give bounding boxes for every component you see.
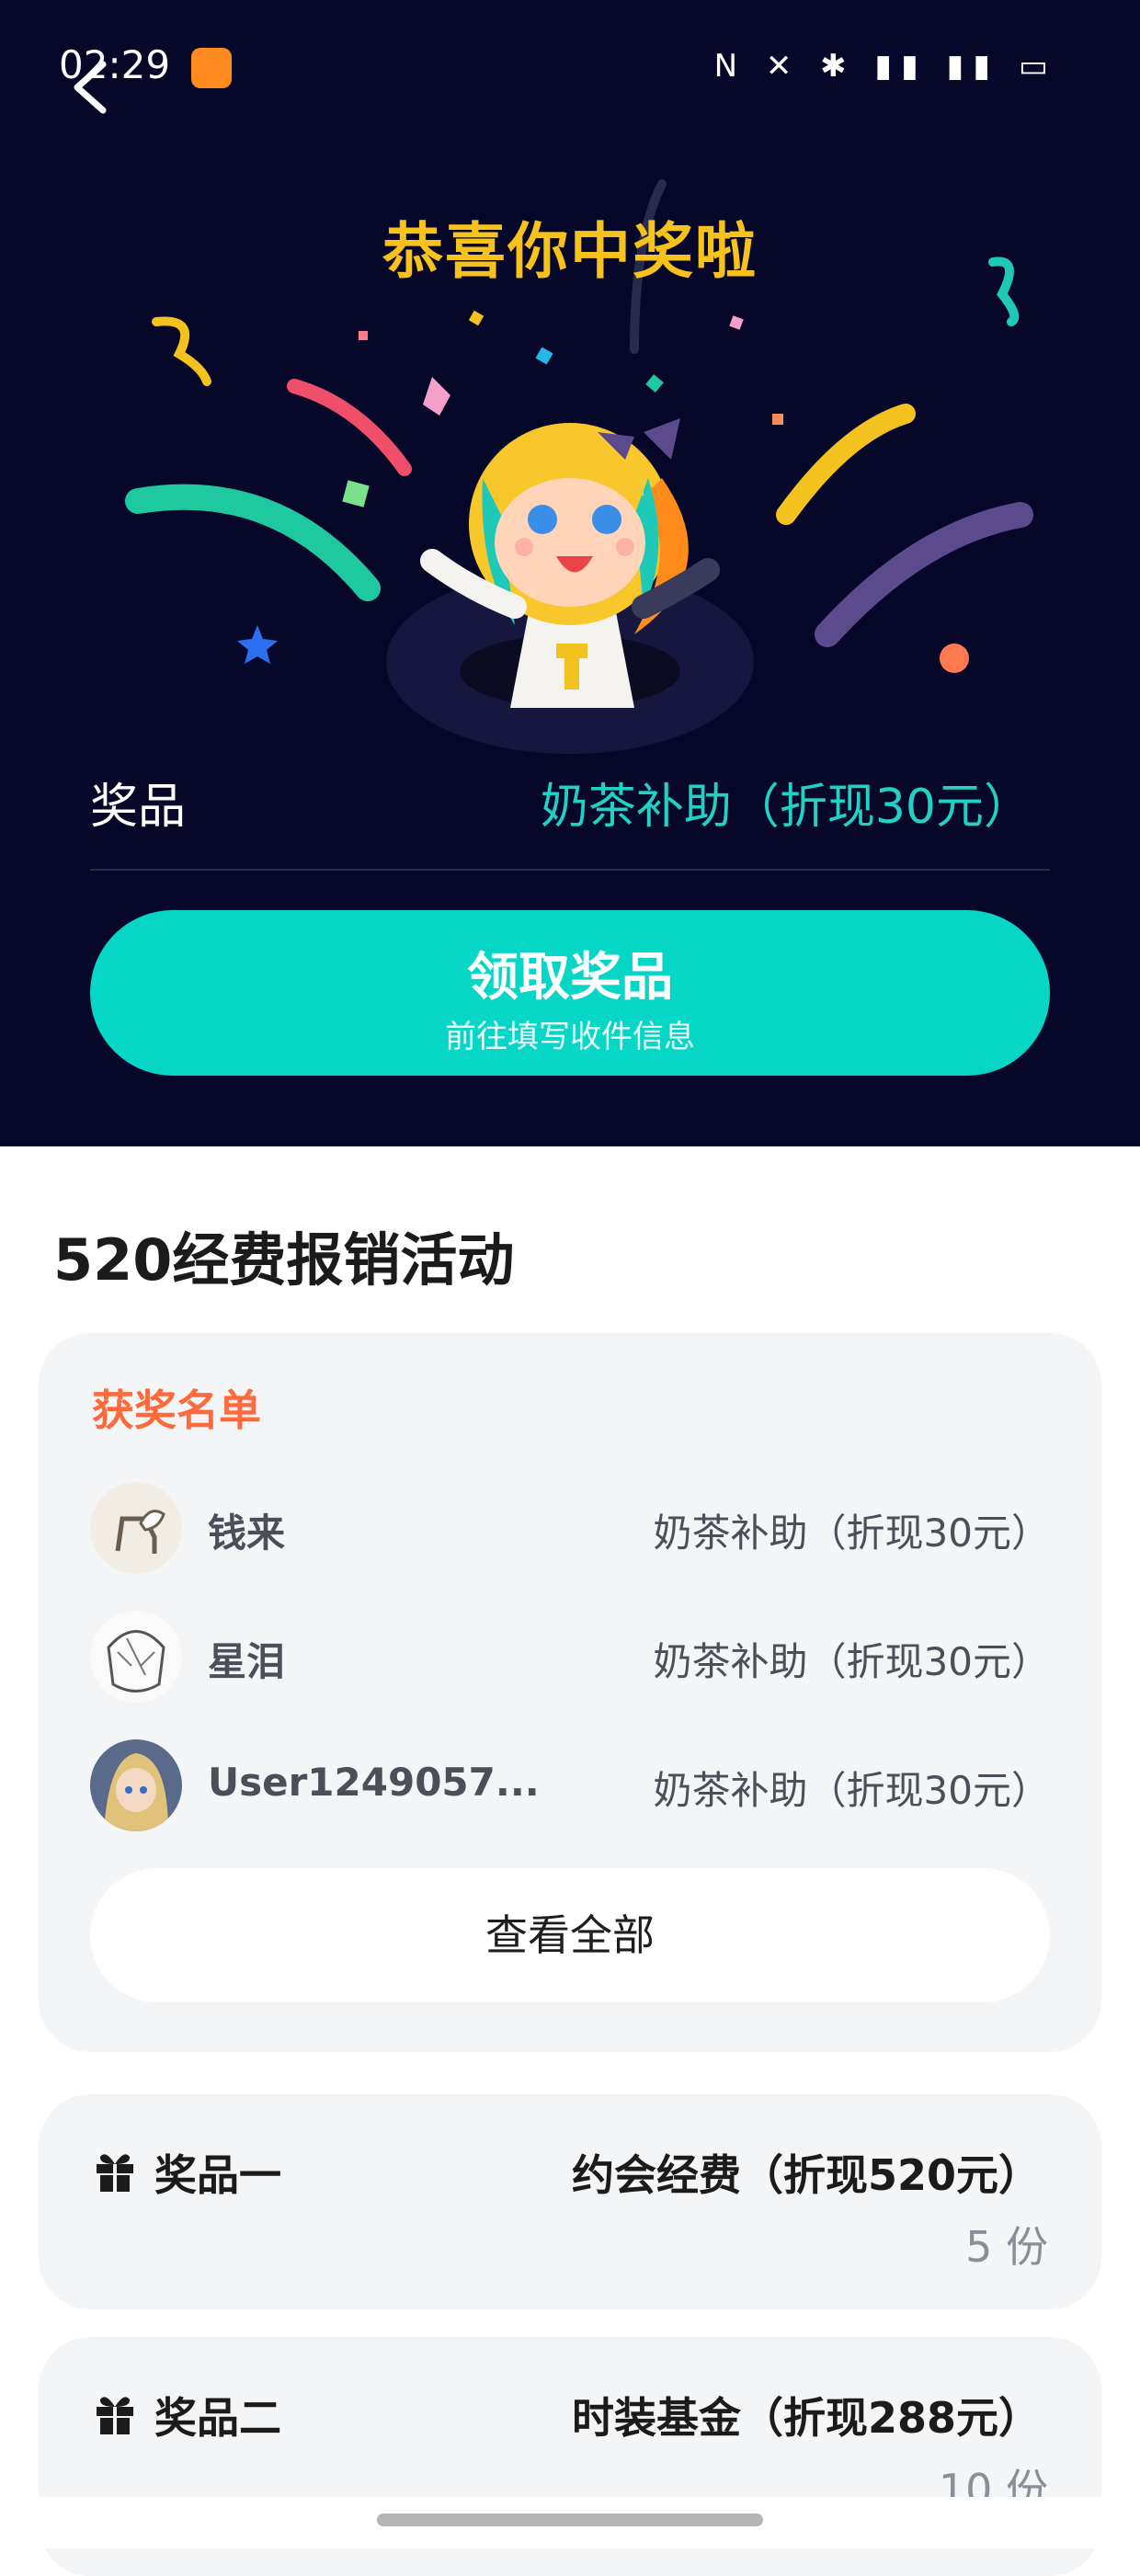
winner-name: User1249057...: [208, 1760, 540, 1805]
winner-row: User1249057... 奶茶补助（折现30元）: [90, 1739, 1050, 1831]
winners-heading: 获奖名单: [92, 1385, 261, 1435]
prize-value: 奶茶补助（折现30元）: [540, 780, 1032, 835]
winners-card: 获奖名单 钱来 奶茶补助（折现30元） 星泪 奶茶补助（折现30元） User1…: [39, 1333, 1101, 2052]
won-prize-row: 奖品 奶茶补助（折现30元）: [90, 768, 1050, 871]
prize-card: 奖品一 约会经费（折现520元） 5 份: [39, 2094, 1101, 2309]
prize-name: 约会经费（折现520元）: [571, 2150, 1041, 2200]
gift-icon: [97, 2397, 133, 2434]
prize-hero: 02:29 N ✕ ✱ ▮▮ ▮▮ ▭ 恭喜你中奖啦 奖品 奶茶补助（折现30元…: [0, 0, 1140, 1146]
app-notification-icon: [191, 48, 232, 88]
avatar: [90, 1482, 182, 1574]
congrats-title: 恭喜你中奖啦: [382, 216, 758, 287]
claim-prize-sublabel: 前往填写收件信息: [445, 1019, 695, 1055]
winner-row: 钱来 奶茶补助（折现30元）: [90, 1482, 1050, 1574]
claim-prize-button[interactable]: 领取奖品 前往填写收件信息: [90, 910, 1050, 1076]
prize-tier-label: 奖品一: [154, 2150, 281, 2200]
status-bar: 02:29 N ✕ ✱ ▮▮ ▮▮ ▭: [0, 0, 1140, 138]
winner-prize: 奶茶补助（折现30元）: [653, 1768, 1050, 1813]
claim-prize-label: 领取奖品: [467, 948, 673, 1008]
avatar: [90, 1739, 182, 1831]
prize-name: 时装基金（折现288元）: [571, 2393, 1041, 2443]
activity-title: 520经费报销活动: [53, 1226, 515, 1294]
view-all-button[interactable]: 查看全部: [90, 1868, 1050, 2002]
prize-label: 奖品: [90, 780, 187, 835]
back-arrow-icon: [74, 61, 107, 114]
home-indicator[interactable]: [377, 2513, 763, 2526]
winner-name: 钱来: [208, 1510, 286, 1556]
status-icons: N ✕ ✱ ▮▮ ▮▮ ▭: [713, 48, 1057, 85]
prize-tier-label: 奖品二: [154, 2393, 281, 2443]
winner-prize: 奶茶补助（折现30元）: [653, 1510, 1050, 1556]
winner-row: 星泪 奶茶补助（折现30元）: [90, 1611, 1050, 1703]
back-button[interactable]: [64, 55, 120, 120]
avatar: [90, 1611, 182, 1703]
gift-icon: [97, 2154, 133, 2192]
winner-prize: 奶茶补助（折现30元）: [653, 1639, 1050, 1684]
prize-count: 5 份: [965, 2222, 1048, 2272]
winner-name: 星泪: [208, 1639, 286, 1684]
